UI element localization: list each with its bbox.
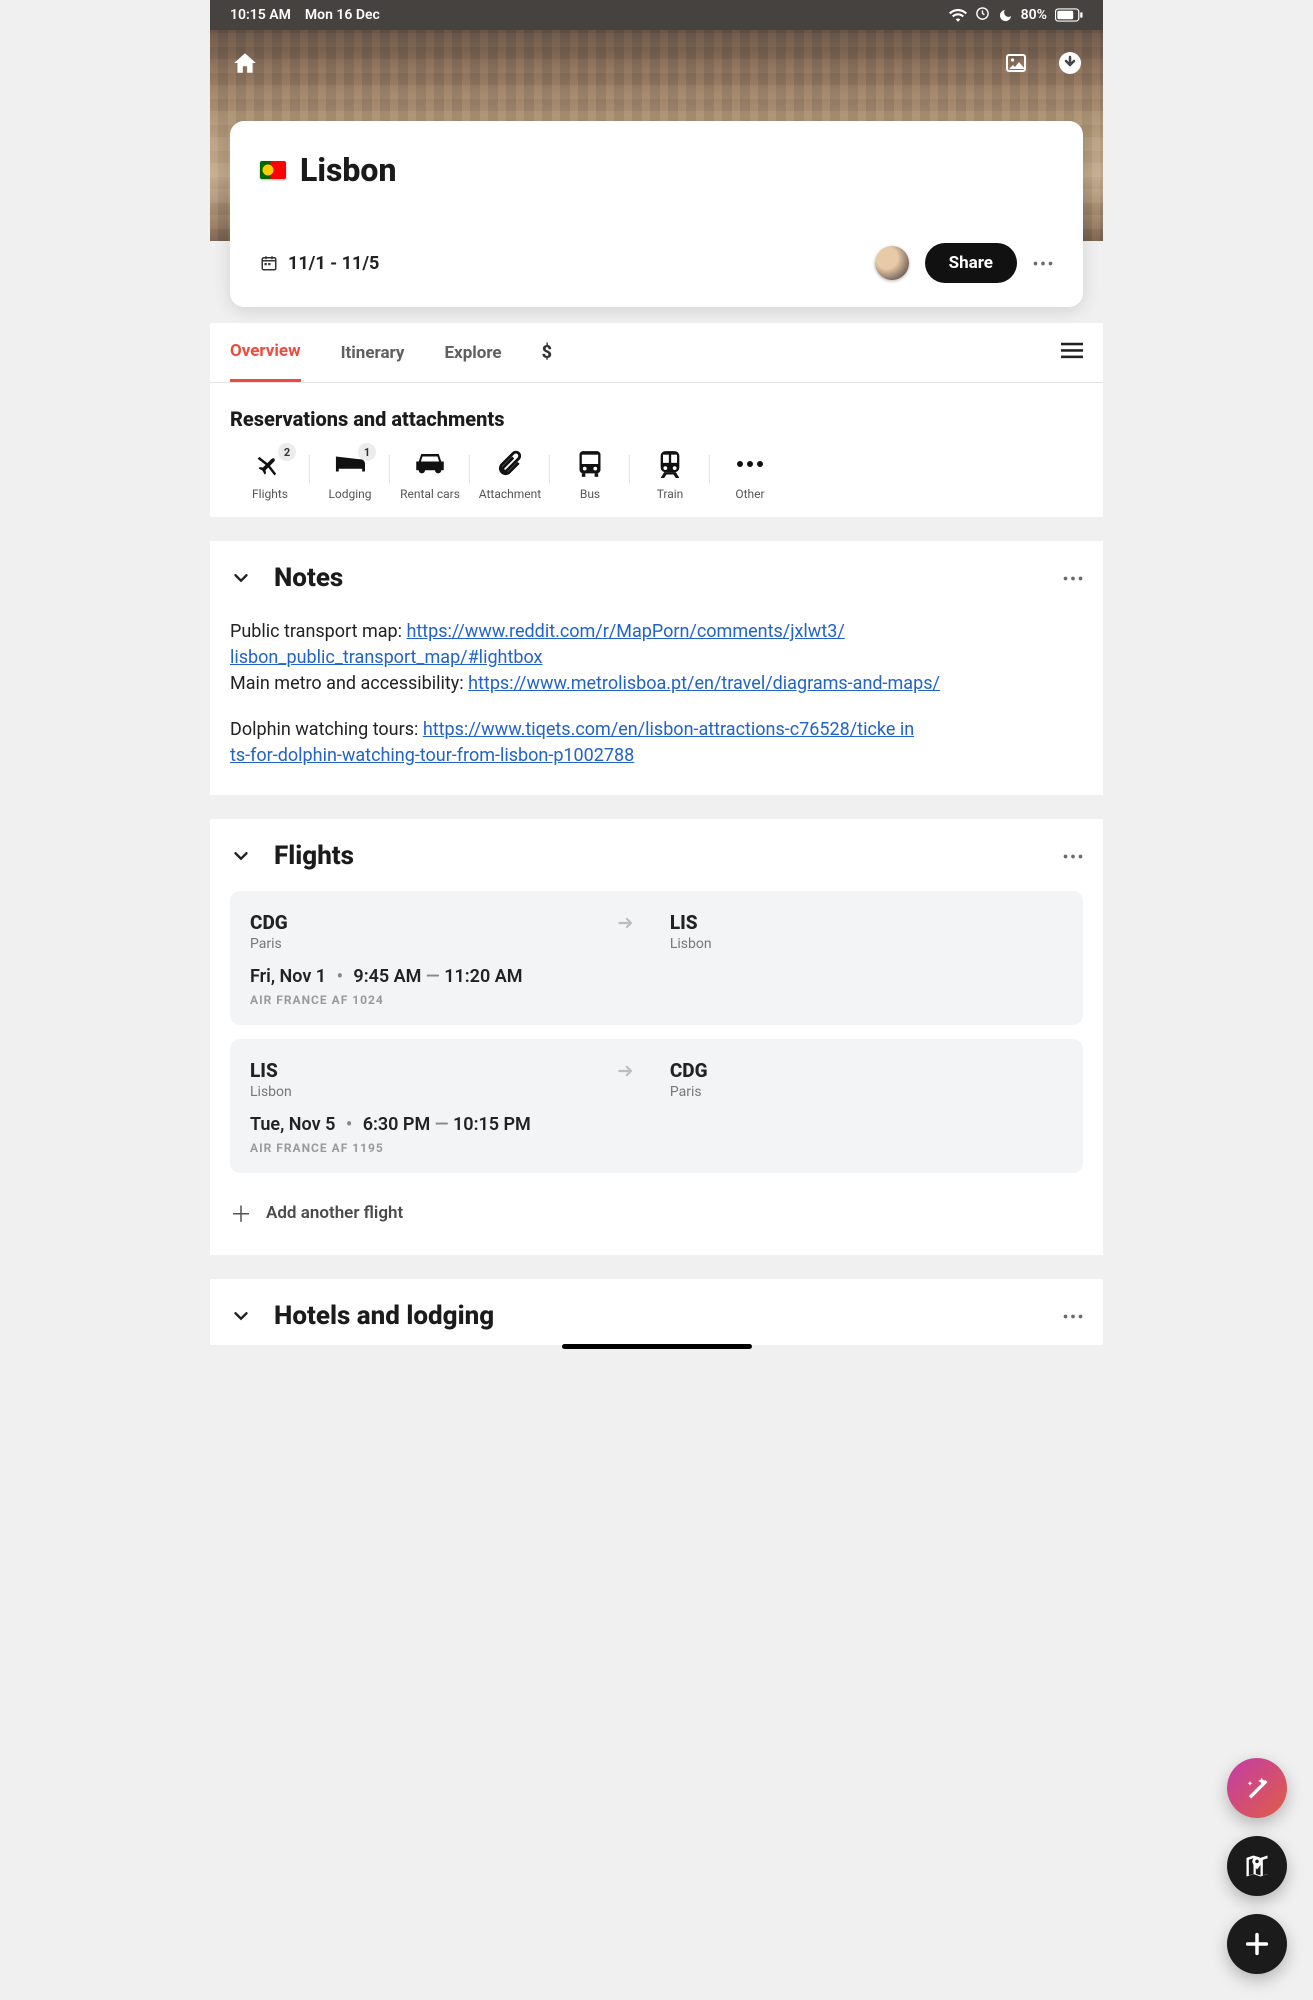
flight-time-row: Fri, Nov 1 • 9:45 AM — 11:20 AM [250,966,1063,987]
res-label: Rental cars [400,487,460,501]
arrow-right-icon [616,1061,636,1081]
home-button[interactable] [230,48,260,78]
trip-title: Lisbon [300,151,396,189]
res-label: Lodging [328,487,371,501]
notes-more-icon[interactable] [1063,576,1083,581]
res-label: Train [657,487,684,501]
notes-body[interactable]: Public transport map: https://www.reddit… [230,619,1083,769]
notes-link[interactable]: lisbon_public_transport_map/#lightbox [230,647,542,668]
lodging-badge: 1 [358,443,376,461]
res-label: Bus [580,487,600,501]
flight-to-code: LIS [670,911,820,934]
plus-icon: ＋ [230,1197,252,1229]
flight-from-city: Lisbon [250,1084,616,1100]
wifi-icon [949,8,967,22]
res-bus[interactable]: Bus [550,449,630,501]
flights-section: Flights CDG Paris LIS Lisbon Fri, Nov 1 … [210,819,1103,1255]
flight-card[interactable]: LIS Lisbon CDG Paris Tue, Nov 5 • 6:30 P… [230,1039,1083,1173]
tab-cost[interactable]: $ [542,324,552,381]
more-icon [735,449,765,479]
hotels-more-icon[interactable] [1063,1314,1083,1319]
arrow-right-icon [616,913,636,933]
notes-link[interactable]: ts-for-dolphin-watching-tour-from-lisbon… [230,745,634,766]
flights-title: Flights [274,841,354,871]
res-label: Attachment [479,487,541,501]
flights-badge: 2 [278,443,296,461]
res-other[interactable]: Other [710,449,790,501]
notes-link[interactable]: https://www.metrolisboa.pt/en/travel/dia… [468,673,940,694]
hotels-title: Hotels and lodging [274,1301,494,1331]
notes-link[interactable]: https://www.tiqets.com/en/lisbon-attract… [423,719,914,740]
fab-stack [1227,1758,1287,1974]
add-flight-button[interactable]: ＋ Add another flight [230,1197,1083,1229]
chevron-down-icon[interactable] [230,567,252,589]
fab-map[interactable] [1227,1836,1287,1896]
battery-icon [1055,8,1083,22]
reservations-title: Reservations and attachments [230,407,1083,431]
chevron-down-icon[interactable] [230,845,252,867]
portugal-flag-icon [260,161,286,179]
res-flights[interactable]: 2 Flights [230,449,310,501]
tab-menu-button[interactable] [1061,342,1083,364]
sync-icon [975,6,990,25]
car-icon [415,449,445,479]
trip-dates-text: 11/1 - 11/5 [288,253,379,274]
chevron-down-icon[interactable] [230,1305,252,1327]
tab-overview[interactable]: Overview [230,323,301,382]
flight-from-code: LIS [250,1059,616,1082]
dnd-moon-icon [998,8,1013,23]
notes-text: Dolphin watching tours: [230,719,423,740]
flight-from-city: Paris [250,936,616,952]
notes-title: Notes [274,563,343,593]
fab-magic[interactable] [1227,1758,1287,1818]
calendar-icon [260,254,278,272]
paperclip-icon [495,449,525,479]
flight-airline: AIR FRANCE AF 1195 [250,1141,1063,1155]
res-label: Flights [252,487,288,501]
bus-icon [575,449,605,479]
download-button[interactable] [1055,48,1085,78]
photo-button[interactable] [1001,48,1031,78]
reservations-section: Reservations and attachments 2 Flights 1… [210,383,1103,517]
notes-section: Notes Public transport map: https://www.… [210,541,1103,795]
flight-from-code: CDG [250,911,616,934]
tab-itinerary[interactable]: Itinerary [341,325,405,381]
flight-to-city: Lisbon [670,936,820,952]
tab-explore[interactable]: Explore [444,325,501,381]
res-rental-cars[interactable]: Rental cars [390,449,470,501]
more-icon[interactable] [1033,261,1053,266]
res-lodging[interactable]: 1 Lodging [310,449,390,501]
share-button[interactable]: Share [925,243,1017,283]
status-time: 10:15 AM [230,7,291,23]
train-icon [655,449,685,479]
trip-dates[interactable]: 11/1 - 11/5 [260,253,379,274]
collaborator-avatar[interactable] [875,246,909,280]
hotels-section: Hotels and lodging [210,1279,1103,1345]
battery-percent: 80% [1021,7,1047,23]
status-bar: 10:15 AM Mon 16 Dec 80% [210,0,1103,30]
status-date: Mon 16 Dec [305,7,380,23]
flight-to-code: CDG [670,1059,820,1082]
flight-to-city: Paris [670,1084,820,1100]
flights-more-icon[interactable] [1063,854,1083,859]
notes-link[interactable]: https://www.reddit.com/r/MapPorn/comment… [406,621,844,642]
notes-text: Main metro and accessibility: [230,673,468,694]
res-attachment[interactable]: Attachment [470,449,550,501]
flight-airline: AIR FRANCE AF 1024 [250,993,1063,1007]
fab-add[interactable] [1227,1914,1287,1974]
tab-bar: Overview Itinerary Explore $ [210,323,1103,383]
add-flight-label: Add another flight [266,1203,403,1223]
notes-text: Public transport map: [230,621,406,642]
res-label: Other [735,487,764,501]
res-train[interactable]: Train [630,449,710,501]
trip-card: Lisbon 11/1 - 11/5 Share [230,121,1083,307]
flight-card[interactable]: CDG Paris LIS Lisbon Fri, Nov 1 • 9:45 A… [230,891,1083,1025]
home-indicator[interactable] [562,1344,752,1349]
flight-time-row: Tue, Nov 5 • 6:30 PM — 10:15 PM [250,1114,1063,1135]
